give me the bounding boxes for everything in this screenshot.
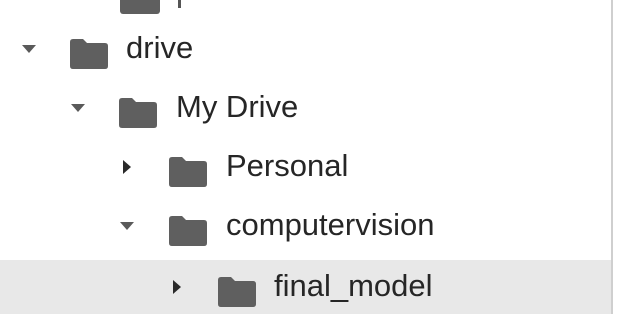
tree-item-label: My Drive xyxy=(176,89,299,124)
folder-icon xyxy=(169,216,207,246)
tree-item-my-drive[interactable]: My Drive xyxy=(0,81,611,135)
folder-icon xyxy=(119,98,157,128)
vertical-scrollbar[interactable] xyxy=(611,0,629,314)
tree-item-label: computervision xyxy=(226,207,435,242)
expand-toggle[interactable] xyxy=(163,273,191,301)
caret-right-icon xyxy=(123,160,131,174)
tree-item-personal[interactable]: Personal xyxy=(0,140,611,194)
expand-toggle[interactable] xyxy=(113,153,141,181)
expand-toggle[interactable] xyxy=(64,94,92,122)
caret-down-icon xyxy=(71,104,85,112)
file-tree-panel: drive My Drive Personal computervision f… xyxy=(0,0,611,314)
expand-toggle[interactable] xyxy=(15,35,43,63)
folder-icon xyxy=(120,0,160,14)
tree-item-label: final_model xyxy=(274,268,433,303)
expand-toggle[interactable] xyxy=(113,212,141,240)
folder-icon xyxy=(218,277,256,307)
tree-item-label: Personal xyxy=(226,148,349,183)
caret-down-icon xyxy=(22,45,36,53)
tree-item-computervision[interactable]: computervision xyxy=(0,199,611,253)
folder-icon xyxy=(70,39,108,69)
folder-icon xyxy=(169,157,207,187)
partial-text-fragment xyxy=(178,0,181,8)
tree-item-drive[interactable]: drive xyxy=(0,22,611,76)
caret-right-icon xyxy=(173,280,181,294)
tree-item-label: drive xyxy=(126,30,194,65)
caret-down-icon xyxy=(120,222,134,230)
tree-item-final-model[interactable]: final_model xyxy=(0,260,611,314)
